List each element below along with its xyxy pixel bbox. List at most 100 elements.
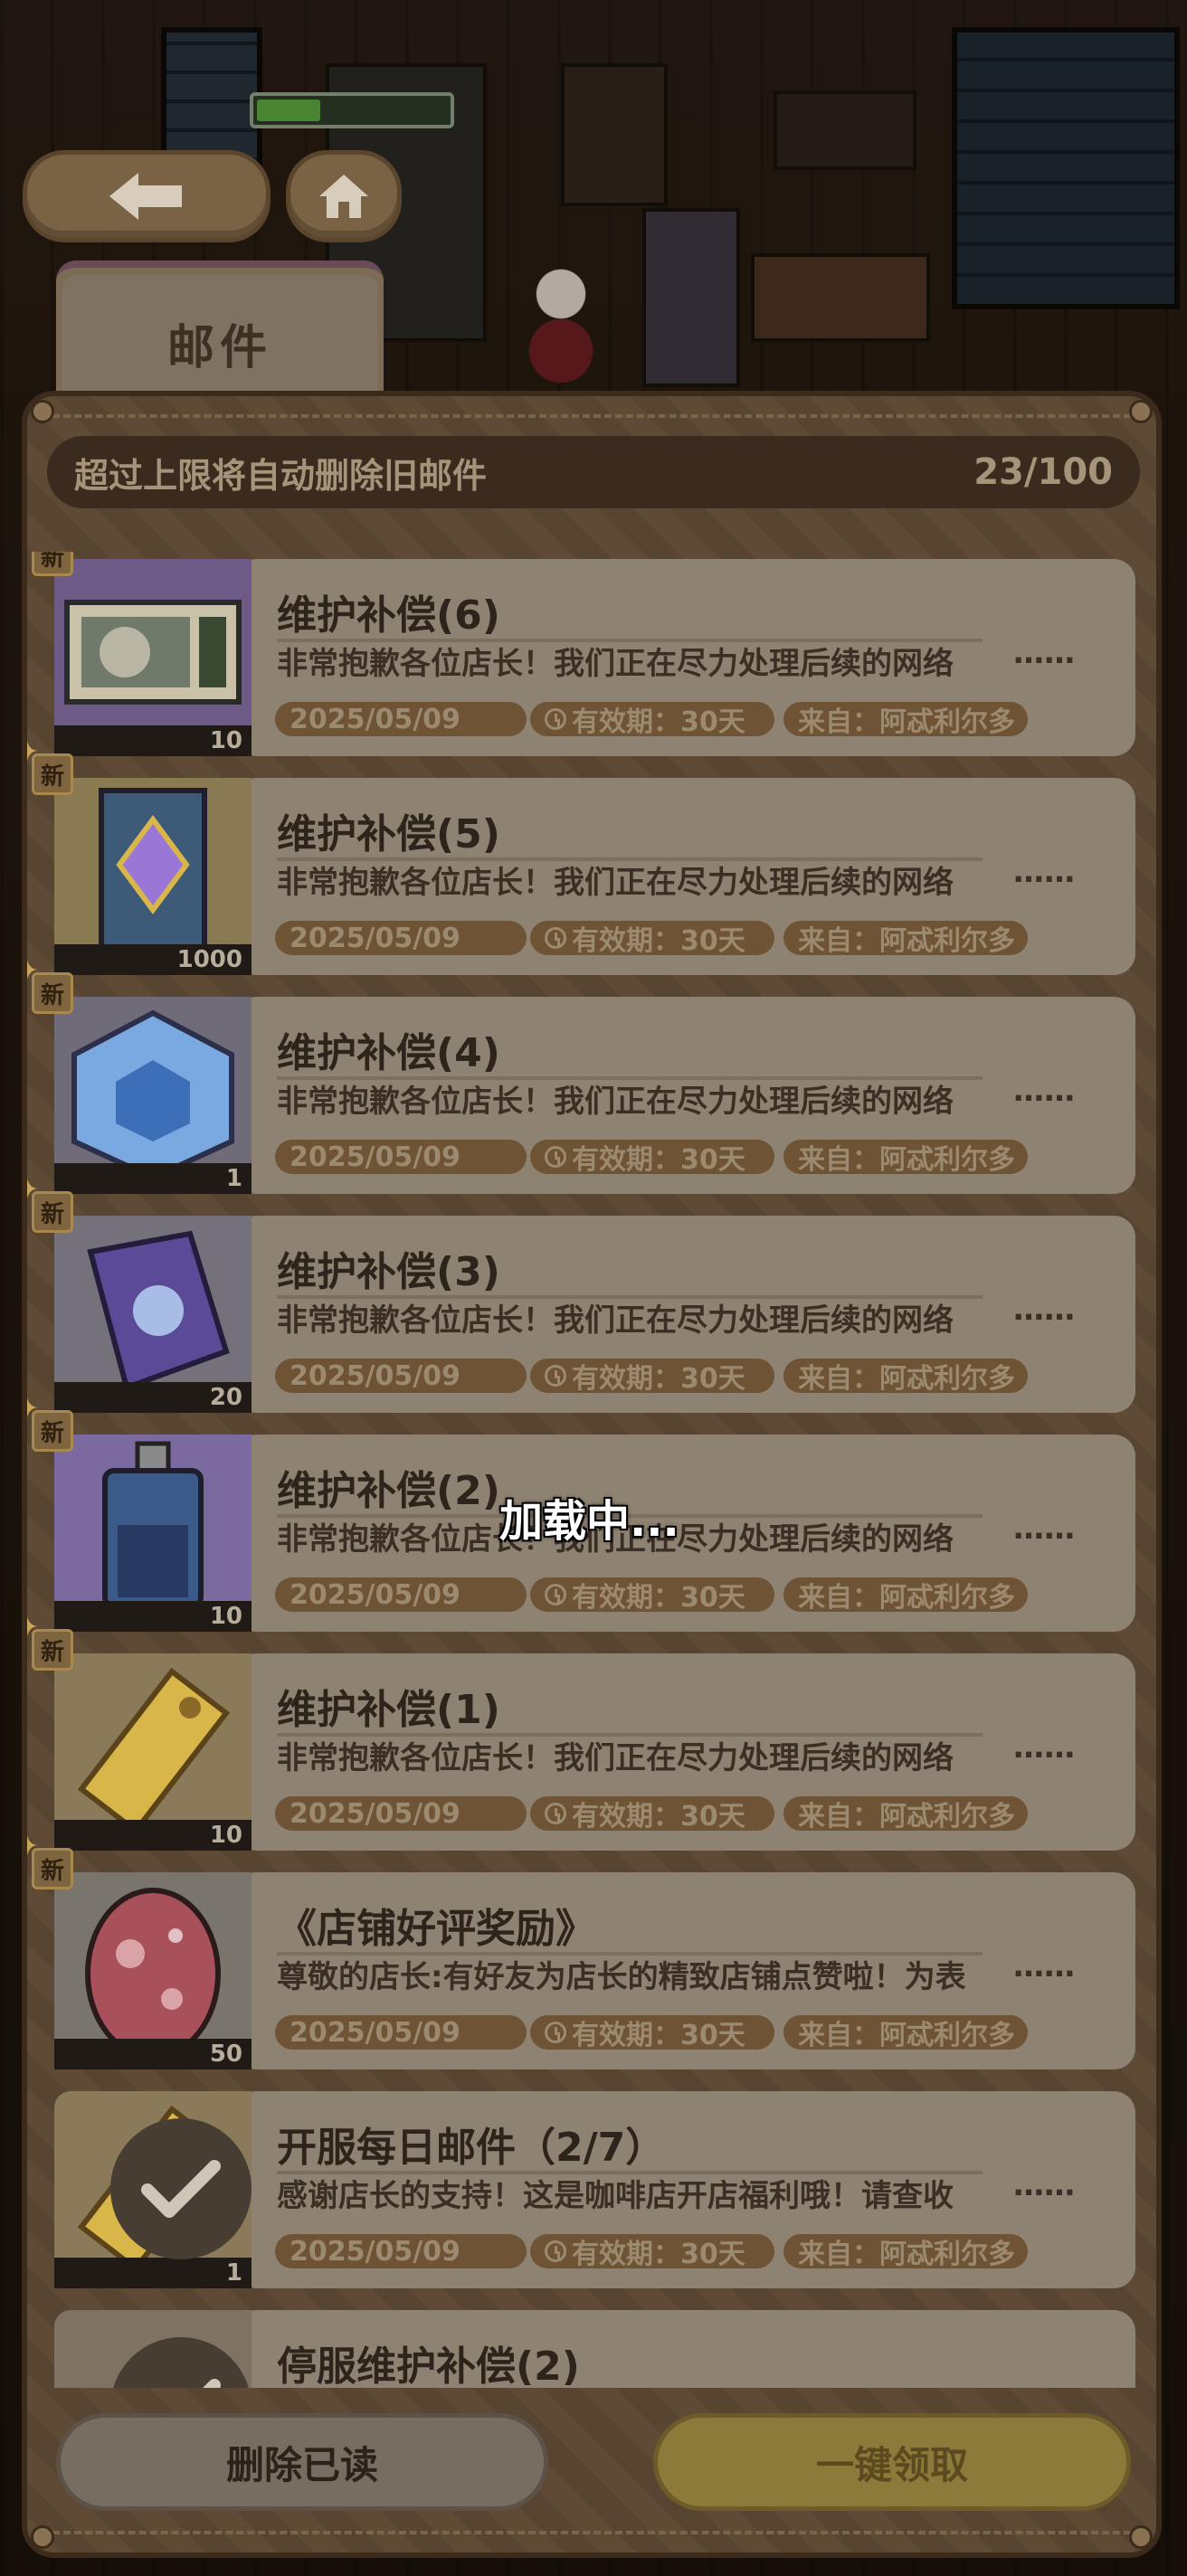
mail-list-item[interactable]: 1 开服每日邮件（2/7） 感谢店长的支持！这是咖啡店开店福利哦！请查收 …… 2025… bbox=[27, 2084, 1135, 2288]
mail-date: 2025/05/09 bbox=[275, 702, 527, 736]
clock-icon bbox=[545, 2022, 566, 2043]
mail-preview: 非常抱歉各位店长！我们正在尽力处理后续的网络 bbox=[277, 1740, 954, 1776]
claim-all-button[interactable]: 一键领取 bbox=[653, 2413, 1131, 2511]
mail-validity-text: 有效期：30天 bbox=[572, 2020, 745, 2051]
mail-validity-text: 有效期：30天 bbox=[572, 1144, 745, 1176]
mail-title: 维护补偿(2) bbox=[277, 1468, 500, 1514]
tab-mail-label: 邮件 bbox=[166, 321, 272, 375]
mail-preview: 非常抱歉各位店长！我们正在尽力处理后续的网络 bbox=[277, 865, 954, 901]
item-quantity: 1 bbox=[54, 2258, 252, 2288]
mail-date: 2025/05/09 bbox=[275, 1359, 527, 1393]
mail-ellipsis: …… bbox=[1013, 1511, 1075, 1547]
new-badge: ✦新 bbox=[27, 552, 78, 581]
mail-ellipsis: …… bbox=[1013, 1948, 1075, 1984]
mail-validity: 有效期：30天 bbox=[530, 1359, 774, 1395]
mail-limit-bar: 超过上限将自动删除旧邮件 23/100 bbox=[47, 436, 1140, 508]
mail-title: 停服维护补偿(2) bbox=[277, 2344, 580, 2388]
mail-list-item[interactable]: 1000 ✦ 新维护补偿(5) 非常抱歉各位店长！我们正在尽力处理后续的网络 …… 202… bbox=[27, 736, 1135, 975]
mail-sender: 来自：阿忒利尔多 bbox=[783, 1359, 1028, 1395]
mail-list-item[interactable]: 10 ✦新维护补偿(6) 非常抱歉各位店长！我们正在尽力处理后续的网络 …… 2025/… bbox=[27, 552, 1135, 756]
mail-ellipsis: …… bbox=[1013, 854, 1075, 890]
clock-icon bbox=[545, 708, 566, 730]
mail-validity-text: 有效期：30天 bbox=[572, 925, 745, 957]
mail-sender: 来自：阿忒利尔多 bbox=[783, 1577, 1028, 1614]
mail-validity-text: 有效期：30天 bbox=[572, 1582, 745, 1614]
mail-list-item[interactable]: 20 ✦ 新维护补偿(3) 非常抱歉各位店长！我们正在尽力处理后续的网络 …… 2025/… bbox=[27, 1174, 1135, 1413]
arrow-left-icon bbox=[109, 173, 182, 220]
mail-preview: 非常抱歉各位店长！我们正在尽力处理后续的网络 bbox=[277, 1302, 954, 1339]
mail-title: 维护补偿(4) bbox=[277, 1030, 500, 1076]
mail-preview: 非常抱歉各位店长！我们正在尽力处理后续的网络 bbox=[277, 1084, 954, 1120]
mail-validity: 有效期：30天 bbox=[530, 1796, 774, 1833]
mail-title: 《店铺好评奖励》 bbox=[277, 1906, 595, 1952]
mail-validity-text: 有效期：30天 bbox=[572, 1801, 745, 1833]
mail-validity: 有效期：30天 bbox=[530, 702, 774, 738]
mail-preview: 感谢店长的支持！这是咖啡店开店福利哦！请查收 bbox=[277, 2178, 954, 2214]
back-button[interactable] bbox=[23, 150, 271, 242]
mail-count: 23/100 bbox=[973, 451, 1113, 493]
read-check-icon bbox=[110, 2118, 252, 2259]
mail-date: 2025/05/09 bbox=[275, 1577, 527, 1612]
mail-title: 维护补偿(6) bbox=[277, 592, 500, 639]
new-badge: ✦新 bbox=[27, 1831, 78, 1894]
mail-validity: 有效期：30天 bbox=[530, 1140, 774, 1176]
home-icon bbox=[319, 175, 368, 218]
mail-title: 维护补偿(3) bbox=[277, 1249, 500, 1295]
mail-list[interactable]: 10✦新维护补偿(6)非常抱歉各位店长！我们正在尽力处理后续的网络……2025/… bbox=[27, 552, 1162, 2388]
mail-sender: 来自：阿忒利尔多 bbox=[783, 702, 1028, 738]
mail-list-item[interactable]: 10 ✦ 新维护补偿(1) 非常抱歉各位店长！我们正在尽力处理后续的网络 …… 2025/… bbox=[27, 1612, 1135, 1851]
new-badge: ✦新 bbox=[27, 1393, 78, 1456]
mail-validity: 有效期：30天 bbox=[530, 1577, 774, 1614]
mail-sender: 来自：阿忒利尔多 bbox=[783, 1796, 1028, 1833]
mail-title: 开服每日邮件（2/7） bbox=[277, 2125, 666, 2171]
mail-title: 维护补偿(1) bbox=[277, 1687, 500, 1733]
item-quantity: 50 bbox=[54, 2039, 252, 2069]
clock-icon bbox=[545, 2240, 566, 2262]
mail-sender: 来自：阿忒利尔多 bbox=[783, 1140, 1028, 1176]
mail-validity: 有效期：30天 bbox=[530, 921, 774, 957]
mail-title: 维护补偿(5) bbox=[277, 811, 500, 857]
mail-ellipsis: …… bbox=[1013, 1073, 1075, 1109]
mail-sender: 来自：阿忒利尔多 bbox=[783, 921, 1028, 957]
clock-icon bbox=[545, 1365, 566, 1387]
clock-icon bbox=[545, 927, 566, 949]
item-quantity: 1 bbox=[54, 1163, 252, 1194]
mail-date: 2025/05/09 bbox=[275, 921, 527, 955]
item-quantity: 10 bbox=[54, 1820, 252, 1851]
new-badge: ✦新 bbox=[27, 955, 78, 1018]
home-button[interactable] bbox=[286, 150, 402, 242]
item-quantity: 20 bbox=[54, 1382, 252, 1413]
mail-date: 2025/05/09 bbox=[275, 1796, 527, 1831]
mail-list-item[interactable]: 1 ✦ 新维护补偿(4) 非常抱歉各位店长！我们正在尽力处理后续的网络 …… 2025/0… bbox=[27, 955, 1135, 1194]
item-quantity: 10 bbox=[54, 1601, 252, 1632]
mail-validity-text: 有效期：30天 bbox=[572, 2239, 745, 2270]
mail-date: 2025/05/09 bbox=[275, 2015, 527, 2050]
mail-validity-text: 有效期：30天 bbox=[572, 1363, 745, 1395]
mail-preview: 非常抱歉各位店长！我们正在尽力处理后续的网络 bbox=[277, 646, 954, 682]
mail-ellipsis: …… bbox=[1013, 2167, 1075, 2203]
loading-text: 加载中... bbox=[499, 1496, 679, 1547]
clock-icon bbox=[545, 1146, 566, 1168]
mail-sender: 来自：阿忒利尔多 bbox=[783, 2015, 1028, 2051]
mail-sender: 来自：阿忒利尔多 bbox=[783, 2234, 1028, 2270]
clock-icon bbox=[545, 1803, 566, 1824]
mail-validity: 有效期：30天 bbox=[530, 2015, 774, 2051]
mail-ellipsis: …… bbox=[1013, 1292, 1075, 1328]
mail-validity-text: 有效期：30天 bbox=[572, 706, 745, 738]
mail-ellipsis: …… bbox=[1013, 1729, 1075, 1766]
item-quantity: 1000 bbox=[54, 944, 252, 975]
item-quantity: 10 bbox=[54, 725, 252, 756]
mail-date: 2025/05/09 bbox=[275, 1140, 527, 1174]
tab-mail[interactable]: 邮件 bbox=[56, 260, 384, 412]
new-badge: ✦新 bbox=[27, 1612, 78, 1675]
mail-validity: 有效期：30天 bbox=[530, 2234, 774, 2270]
mail-list-item[interactable]: 停服维护补偿(2) bbox=[27, 2303, 1135, 2388]
mail-limit-text: 超过上限将自动删除旧邮件 bbox=[74, 455, 488, 496]
delete-read-button[interactable]: 删除已读 bbox=[56, 2413, 548, 2511]
mail-date: 2025/05/09 bbox=[275, 2234, 527, 2268]
mail-list-item[interactable]: 50 ✦ 新《店铺好评奖励》 尊敬的店长:有好友为店长的精致店铺点赞啦！为表 …… 202… bbox=[27, 1831, 1135, 2069]
new-badge: ✦新 bbox=[27, 736, 78, 800]
clock-icon bbox=[545, 1584, 566, 1605]
new-badge: ✦新 bbox=[27, 1174, 78, 1237]
mail-ellipsis: …… bbox=[1013, 635, 1075, 671]
